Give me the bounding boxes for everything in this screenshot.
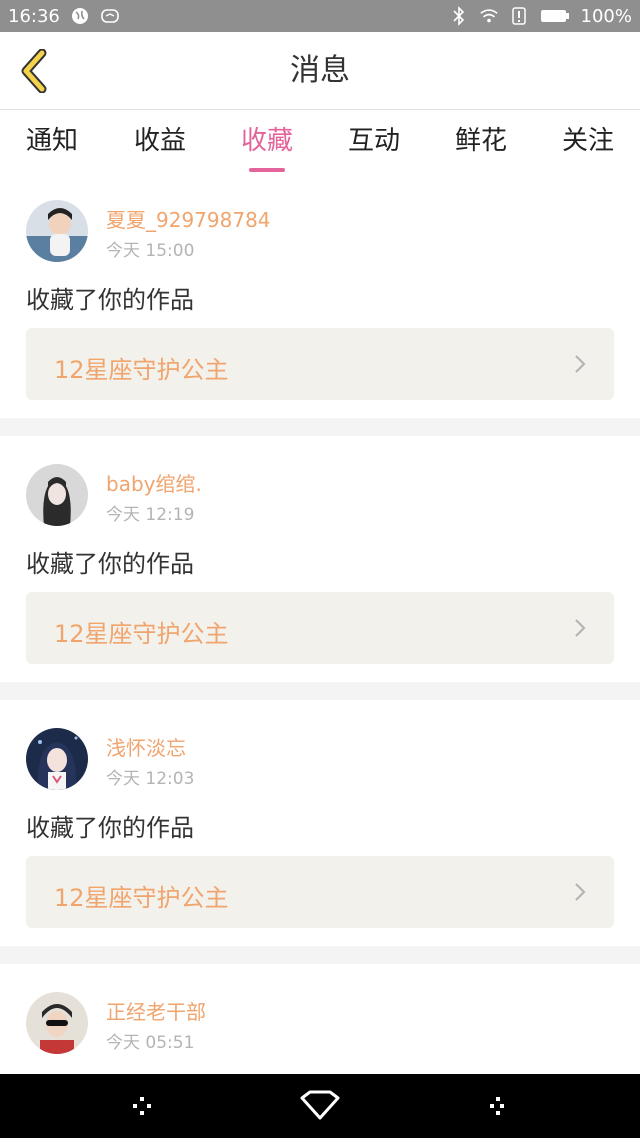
battery-percent: 100% <box>580 5 632 27</box>
chevron-right-icon <box>575 355 586 373</box>
back-nav-button[interactable] <box>478 1088 518 1124</box>
system-nav-bar <box>0 1074 640 1138</box>
work-title: 12星座守护公主 <box>54 884 229 912</box>
avatar[interactable] <box>26 200 88 262</box>
tab-bar: 通知 收益 收藏 互动 鲜花 关注 <box>0 110 640 172</box>
work-title: 12星座守护公主 <box>54 356 229 384</box>
list-item: 夏夏_929798784 今天 15:00 收藏了你的作品 12星座守护公主 <box>0 172 640 418</box>
alert-icon <box>509 6 529 26</box>
list-item: baby绾绾. 今天 12:19 收藏了你的作品 12星座守护公主 <box>0 436 640 682</box>
tab-favorites[interactable]: 收藏 <box>217 120 317 172</box>
app-notification-icon <box>100 6 120 26</box>
username[interactable]: 夏夏_929798784 <box>106 204 271 233</box>
home-button[interactable] <box>296 1088 344 1124</box>
work-title: 12星座守护公主 <box>54 620 229 648</box>
tab-follows[interactable]: 关注 <box>538 120 638 164</box>
tab-earnings[interactable]: 收益 <box>110 120 210 164</box>
status-bar: 16:36 100% <box>0 0 640 32</box>
timestamp: 今天 12:19 <box>106 505 195 525</box>
tab-flowers[interactable]: 鲜花 <box>431 120 531 164</box>
globe-icon <box>70 6 90 26</box>
dots-back-icon <box>490 1097 504 1115</box>
message-text: 收藏了你的作品 <box>26 550 194 578</box>
timestamp: 今天 12:03 <box>106 769 195 789</box>
dots-diamond-icon <box>133 1097 151 1115</box>
work-link[interactable]: 12星座守护公主 <box>26 856 614 928</box>
work-link[interactable]: 12星座守护公主 <box>26 328 614 400</box>
chevron-right-icon <box>575 619 586 637</box>
timestamp: 今天 05:51 <box>106 1033 195 1053</box>
timestamp: 今天 15:00 <box>106 241 195 261</box>
message-text: 收藏了你的作品 <box>26 814 194 842</box>
battery-icon <box>539 6 571 26</box>
app-header: 消息 <box>0 32 640 110</box>
tab-notifications[interactable]: 通知 <box>2 120 102 164</box>
diamond-home-icon <box>300 1090 340 1120</box>
bluetooth-icon <box>449 6 469 26</box>
list-item: 正经老干部 今天 05:51 <box>0 964 640 1074</box>
status-time: 16:36 <box>8 5 60 27</box>
avatar[interactable] <box>26 464 88 526</box>
work-link[interactable]: 12星座守护公主 <box>26 592 614 664</box>
username[interactable]: baby绾绾. <box>106 468 202 497</box>
avatar[interactable] <box>26 728 88 790</box>
list-item: 浅怀淡忘 今天 12:03 收藏了你的作品 12星座守护公主 <box>0 700 640 946</box>
recent-apps-button[interactable] <box>122 1088 162 1124</box>
wifi-icon <box>479 6 499 26</box>
username[interactable]: 正经老干部 <box>106 996 206 1025</box>
page-title: 消息 <box>290 53 350 88</box>
message-text: 收藏了你的作品 <box>26 286 194 314</box>
tab-interactions[interactable]: 互动 <box>324 120 424 164</box>
chevron-right-icon <box>575 883 586 901</box>
username[interactable]: 浅怀淡忘 <box>106 732 186 761</box>
avatar[interactable] <box>26 992 88 1054</box>
